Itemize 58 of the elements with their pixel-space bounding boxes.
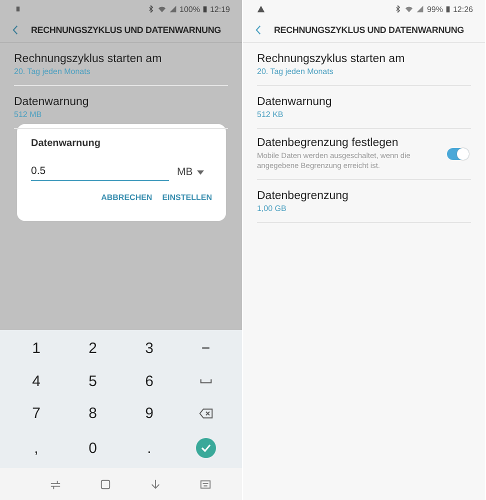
clock: 12:19 xyxy=(210,4,230,14)
item-value: 1,00 GB xyxy=(257,204,286,213)
page-title: RECHNUNGSZYKLUS UND DATENWARNUNG xyxy=(274,25,464,35)
signal-icon xyxy=(168,5,176,13)
settings-item[interactable]: Rechnungszyklus starten am 20. Tag jeden Monats xyxy=(257,43,471,86)
keyboard-key[interactable]: 0 xyxy=(64,430,121,466)
item-title: Datenbegrenzung festlegen xyxy=(257,137,398,149)
item-title: Rechnungszyklus starten am xyxy=(14,52,162,64)
keyboard-key[interactable]: 1 xyxy=(8,332,64,365)
settings-item[interactable]: Rechnungszyklus starten am 20. Tag jeden Monats xyxy=(14,43,228,86)
item-title: Rechnungszyklus starten am xyxy=(257,52,405,64)
keyboard-key[interactable]: − xyxy=(178,332,234,365)
item-value: 20. Tag jeden Monats xyxy=(14,66,90,76)
keyboard-key[interactable]: 9 xyxy=(121,398,178,430)
settings-item[interactable]: Datenwarnung 512 KB xyxy=(257,86,471,129)
item-value: 512 MB xyxy=(14,110,42,118)
keyboard-icon[interactable] xyxy=(200,478,210,490)
bluetooth-icon xyxy=(146,5,154,13)
keyboard-key[interactable]: 7 xyxy=(8,398,64,430)
wifi-icon xyxy=(158,5,166,13)
unit-dropdown[interactable]: MB xyxy=(177,166,193,178)
dialog-button[interactable]: EINSTELLEN xyxy=(158,191,212,204)
keyboard-key[interactable]: , xyxy=(8,430,64,466)
input-field[interactable]: 0.5 xyxy=(31,163,169,181)
item-value: 20. Tag jeden Monats xyxy=(257,66,334,76)
keyboard-key[interactable]: 8 xyxy=(64,398,121,430)
hide-keyboard-icon[interactable] xyxy=(150,478,160,490)
backspace-icon xyxy=(198,408,213,420)
toggle-switch[interactable] xyxy=(447,148,469,160)
keyboard-key[interactable]: 6 xyxy=(121,364,178,398)
item-title: Datenbegrenzung xyxy=(257,190,348,202)
settings-item[interactable]: Datenbegrenzung 1,00 GB xyxy=(257,180,471,224)
dialog-title: Datenwarnung xyxy=(31,138,100,149)
keyboard-key[interactable]: 4 xyxy=(8,364,64,398)
battery-icon xyxy=(202,5,207,13)
space-icon xyxy=(200,378,212,384)
page-title: RECHNUNGSZYKLUS UND DATENWARNUNG xyxy=(31,25,221,35)
item-title: Datenwarnung xyxy=(257,96,332,108)
check-icon xyxy=(196,438,216,458)
battery-level: 100% xyxy=(180,4,200,14)
dialog-button[interactable]: ABBRECHEN xyxy=(97,191,152,204)
battery-level: 99% xyxy=(426,4,443,14)
item-value: 512 KB xyxy=(257,110,284,118)
home-icon[interactable] xyxy=(100,478,110,490)
back-icon[interactable] xyxy=(255,25,262,35)
keyboard-key[interactable]: . xyxy=(121,430,178,466)
back-icon[interactable] xyxy=(12,25,19,35)
recent-apps-icon[interactable] xyxy=(50,478,60,490)
signal-icon xyxy=(416,5,424,13)
keyboard-key[interactable]: 2 xyxy=(64,332,121,365)
keyboard-key[interactable]: 3 xyxy=(121,332,178,365)
wifi-icon xyxy=(404,5,413,13)
caret-icon[interactable] xyxy=(196,170,204,174)
battery-icon xyxy=(446,5,450,13)
bluetooth-icon xyxy=(394,5,402,13)
keyboard-key[interactable]: 5 xyxy=(64,364,121,398)
item-title: Datenwarnung xyxy=(14,96,89,108)
clock: 12:26 xyxy=(452,4,473,14)
